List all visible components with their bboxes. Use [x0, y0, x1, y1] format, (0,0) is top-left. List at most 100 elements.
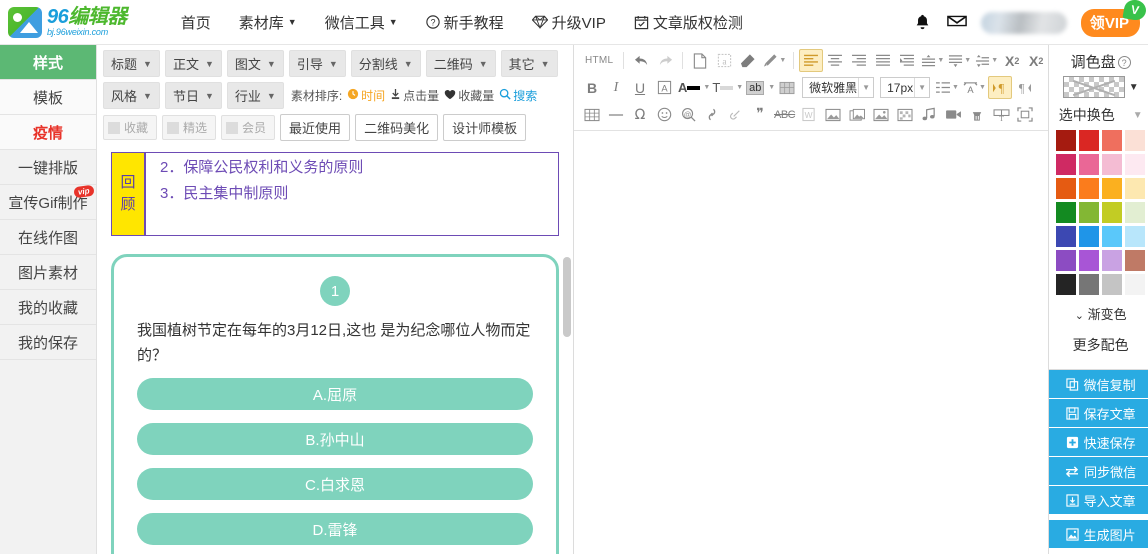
indent-icon[interactable]	[895, 49, 919, 72]
nav-item-tutorial[interactable]: ? 新手教程	[412, 12, 518, 33]
chevron-down-icon[interactable]: ▼	[736, 84, 743, 91]
color-swatch[interactable]	[1102, 274, 1123, 295]
superscript-icon[interactable]: X2	[1000, 49, 1024, 72]
nav-item-wechat-tools[interactable]: 微信工具 ▼	[311, 12, 412, 33]
new-document-icon[interactable]	[688, 49, 712, 72]
emoji-icon[interactable]	[652, 103, 676, 126]
highlight-button[interactable]: ab	[743, 76, 767, 99]
sidebar-item-epidemic[interactable]: 疫情	[0, 115, 96, 150]
color-swatch[interactable]	[1102, 130, 1123, 151]
font-size-select[interactable]: 17px ▼	[880, 77, 931, 98]
paste-as-text-icon[interactable]: a	[712, 49, 736, 72]
chevron-down-icon[interactable]: ▼	[768, 84, 775, 91]
mail-icon[interactable]	[946, 13, 967, 33]
help-icon[interactable]: ?	[1117, 56, 1131, 69]
redo-icon[interactable]	[653, 49, 677, 72]
html-source-button[interactable]: HTML	[580, 55, 618, 66]
filter-guide[interactable]: 引导 ▼	[288, 50, 346, 77]
checkbox-featured[interactable]: 精选	[162, 115, 217, 140]
color-swatch[interactable]	[1102, 178, 1123, 199]
template-card-recall[interactable]: 回 顾 2．保障公民权利和义务的原则 3．民主集中制原则	[111, 152, 559, 236]
color-swatch[interactable]	[1125, 226, 1146, 247]
unlink-icon[interactable]	[724, 103, 748, 126]
color-swatch[interactable]	[1125, 130, 1146, 151]
sidebar-item-one-click-layout[interactable]: 一键排版	[0, 150, 96, 185]
transparent-swatch[interactable]	[1062, 76, 1125, 98]
text-layout-icon[interactable]: T	[989, 103, 1013, 126]
color-swatch[interactable]	[1125, 178, 1146, 199]
image-icon[interactable]	[821, 103, 845, 126]
nav-item-material-library[interactable]: 素材库 ▼	[225, 12, 311, 33]
sidebar-item-my-favorites[interactable]: 我的收藏	[0, 290, 96, 325]
color-swatch[interactable]	[1056, 274, 1077, 295]
music-icon[interactable]	[917, 103, 941, 126]
color-swatch[interactable]	[1102, 154, 1123, 175]
color-swatch[interactable]	[1079, 226, 1100, 247]
color-swatch[interactable]	[1079, 250, 1100, 271]
color-swatch[interactable]	[1125, 274, 1146, 295]
filter-festival[interactable]: 节日 ▼	[164, 82, 222, 109]
line-height-icon[interactable]: ▼	[919, 49, 946, 72]
color-swatch[interactable]	[1079, 274, 1100, 295]
select-box-icon[interactable]	[1013, 103, 1037, 126]
color-swatch[interactable]	[1102, 226, 1123, 247]
filter-image-text[interactable]: 图文 ▼	[226, 50, 284, 77]
sort-by-time[interactable]: 时间	[347, 87, 385, 104]
import-article-button[interactable]: 导入文章	[1049, 486, 1148, 515]
quiz-option-d[interactable]: D.雷锋	[137, 513, 533, 545]
text-color-button[interactable]: T	[710, 76, 735, 99]
checkbox-favorites[interactable]: 收藏	[103, 115, 158, 140]
list-style-icon[interactable]: ▼	[933, 76, 961, 99]
filter-other[interactable]: 其它 ▼	[500, 50, 558, 77]
color-swatch[interactable]	[1125, 202, 1146, 223]
margin-spacing-icon[interactable]: ▼	[973, 49, 1000, 72]
qrcode-beautify-button[interactable]: 二维码美化	[355, 114, 439, 141]
word-import-icon[interactable]: W	[797, 103, 821, 126]
format-brush-icon[interactable]: ▼	[760, 49, 788, 72]
link-icon[interactable]	[700, 103, 724, 126]
chevron-down-icon[interactable]: ▼	[703, 84, 710, 91]
color-swatch[interactable]	[1102, 202, 1123, 223]
align-justify-icon[interactable]	[871, 49, 895, 72]
filter-style[interactable]: 风格 ▼	[103, 82, 160, 109]
filter-divider[interactable]: 分割线 ▼	[350, 50, 421, 77]
filter-body[interactable]: 正文 ▼	[164, 50, 222, 77]
font-color-button[interactable]: A	[676, 76, 702, 99]
color-swatch[interactable]	[1079, 130, 1100, 151]
strikethrough-icon[interactable]: ABC	[772, 103, 797, 126]
designer-template-button[interactable]: 设计师模板	[443, 114, 527, 141]
mosaic-icon[interactable]	[893, 103, 917, 126]
generate-image-button[interactable]: 生成图片	[1049, 520, 1148, 549]
claim-vip-button[interactable]: 领VIP V	[1080, 0, 1148, 37]
chevron-down-icon[interactable]: ▼	[1129, 82, 1139, 93]
sidebar-item-online-drawing[interactable]: 在线作图	[0, 220, 96, 255]
color-swatch[interactable]	[1079, 178, 1100, 199]
sidebar-item-my-saves[interactable]: 我的保存	[0, 325, 96, 360]
color-swatch[interactable]	[1079, 202, 1100, 223]
color-swatch[interactable]	[1102, 250, 1123, 271]
align-center-icon[interactable]	[823, 49, 847, 72]
sidebar-item-gif-maker[interactable]: 宣传Gif制作 vip	[0, 184, 96, 220]
search-at-icon[interactable]: @	[676, 103, 700, 126]
quiz-option-c[interactable]: C.白求恩	[137, 468, 533, 500]
paragraph-spacing-icon[interactable]: ▼	[946, 49, 973, 72]
filter-title[interactable]: 标题 ▼	[103, 50, 160, 77]
sort-by-clicks[interactable]: 点击量	[390, 87, 439, 104]
filter-qrcode[interactable]: 二维码 ▼	[425, 50, 496, 77]
sidebar-item-style[interactable]: 样式	[0, 45, 96, 80]
sort-by-favorites[interactable]: 收藏量	[444, 87, 494, 104]
change-selected-color[interactable]: 选中换色 ▼	[1049, 98, 1148, 130]
sync-wechat-button[interactable]: 同步微信	[1049, 457, 1148, 486]
horizontal-rule-icon[interactable]	[604, 103, 628, 126]
table-icon[interactable]	[580, 103, 604, 126]
quiz-option-b[interactable]: B.孙中山	[137, 423, 533, 455]
wechat-copy-button[interactable]: 微信复制	[1049, 370, 1148, 399]
sidebar-item-image-material[interactable]: 图片素材	[0, 255, 96, 290]
color-swatch[interactable]	[1056, 178, 1077, 199]
color-swatch[interactable]	[1056, 154, 1077, 175]
nav-item-copyright-check[interactable]: 文章版权检测	[620, 12, 757, 33]
template-list-scrollbar[interactable]	[563, 257, 571, 337]
nav-item-home[interactable]: 首页	[167, 12, 225, 33]
color-swatch[interactable]	[1056, 202, 1077, 223]
filter-industry[interactable]: 行业 ▼	[226, 82, 284, 109]
